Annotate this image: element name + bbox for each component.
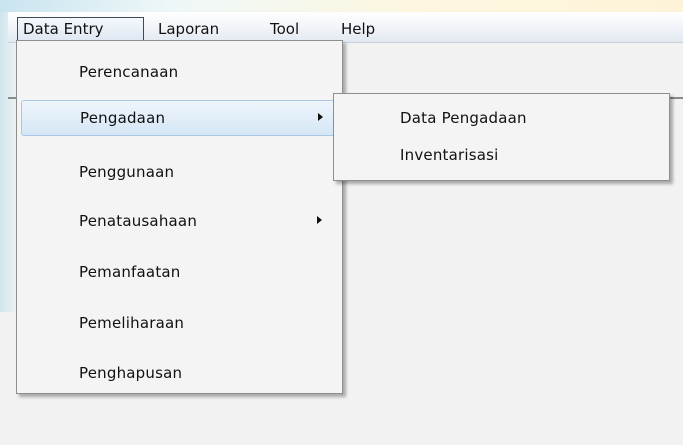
- menu-help[interactable]: Help: [341, 18, 375, 40]
- submenu-item-label: Data Pengadaan: [400, 109, 527, 127]
- menu-item-penghapusan[interactable]: Penghapusan: [21, 355, 338, 391]
- menu-item-label: Pemeliharaan: [79, 314, 185, 332]
- data-entry-dropdown: Perencanaan Pengadaan Penggunaan Penatau…: [16, 40, 343, 394]
- menu-tool[interactable]: Tool: [270, 18, 299, 40]
- submenu-arrow-icon: [317, 216, 322, 224]
- menu-item-label: Perencanaan: [79, 63, 179, 81]
- menu-item-label: Penggunaan: [79, 163, 175, 181]
- submenu-arrow-icon: [318, 113, 323, 121]
- menu-item-perencanaan[interactable]: Perencanaan: [21, 54, 338, 90]
- submenu-item-label: Inventarisasi: [400, 146, 499, 164]
- menu-item-pemanfaatan[interactable]: Pemanfaatan: [21, 254, 338, 290]
- submenu-item-inventarisasi[interactable]: Inventarisasi: [338, 138, 665, 172]
- menu-item-penatausahaan[interactable]: Penatausahaan: [21, 203, 338, 239]
- menu-item-pengadaan[interactable]: Pengadaan: [21, 100, 338, 136]
- menu-item-penggunaan[interactable]: Penggunaan: [21, 154, 338, 190]
- pengadaan-submenu: Data Pengadaan Inventarisasi: [333, 93, 670, 181]
- menu-item-label: Penghapusan: [79, 364, 183, 382]
- submenu-item-data-pengadaan[interactable]: Data Pengadaan: [338, 101, 665, 135]
- window-top-strip: [0, 0, 683, 12]
- menubar: Data Entry Laporan Tool Help: [8, 12, 683, 43]
- menu-item-pemeliharaan[interactable]: Pemeliharaan: [21, 305, 338, 341]
- menu-laporan[interactable]: Laporan: [158, 18, 219, 40]
- menu-item-label: Pemanfaatan: [79, 263, 181, 281]
- menu-item-label: Penatausahaan: [79, 212, 198, 230]
- menu-item-label: Pengadaan: [80, 109, 166, 127]
- menu-data-entry[interactable]: Data Entry: [17, 17, 144, 41]
